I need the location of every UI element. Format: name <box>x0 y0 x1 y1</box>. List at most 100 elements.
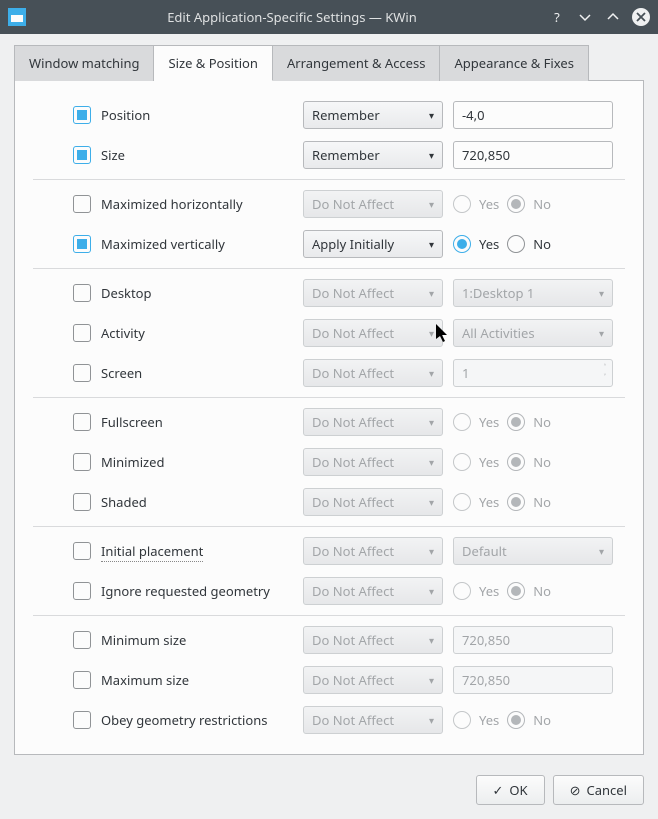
radio-fullscreen-yes <box>453 413 471 431</box>
rule-desktop: Do Not Affect▾ <box>303 279 443 307</box>
value-activity: All Activities▾ <box>453 319 613 347</box>
value-placement: Default▾ <box>453 537 613 565</box>
label-position: Position <box>101 106 150 124</box>
chevron-down-icon: ▾ <box>429 237 434 251</box>
rule-size[interactable]: Remember▾ <box>303 141 443 169</box>
app-icon <box>8 8 26 26</box>
checkbox-shaded[interactable] <box>73 493 91 511</box>
checkbox-position[interactable] <box>73 106 91 124</box>
radio-minimized-yes <box>453 453 471 471</box>
chevron-down-icon: ▾ <box>599 326 604 340</box>
label-obey-geometry: Obey geometry restrictions <box>101 711 267 729</box>
checkbox-activity[interactable] <box>73 324 91 342</box>
rule-fullscreen: Do Not Affect▾ <box>303 408 443 436</box>
rule-min-size: Do Not Affect▾ <box>303 626 443 654</box>
window-title: Edit Application-Specific Settings — KWi… <box>36 8 548 26</box>
tab-window-matching[interactable]: Window matching <box>14 45 154 81</box>
chevron-down-icon: ▾ <box>429 584 434 598</box>
value-position[interactable]: -4,0 <box>453 101 613 129</box>
label-ignore-geometry: Ignore requested geometry <box>101 582 270 600</box>
minimize-icon[interactable] <box>576 8 594 26</box>
checkbox-screen[interactable] <box>73 364 91 382</box>
button-bar: ✓ OK ⊘ Cancel <box>0 765 658 819</box>
radio-max-h-yes <box>453 195 471 213</box>
radio-max-v-yes[interactable] <box>453 235 471 253</box>
close-icon[interactable] <box>632 8 650 26</box>
value-size[interactable]: 720,850 <box>453 141 613 169</box>
chevron-down-icon: ▾ <box>429 366 434 380</box>
radio-shaded-no <box>507 493 525 511</box>
row-fullscreen: Fullscreen Do Not Affect▾ Yes No <box>73 402 625 442</box>
settings-panel: Position Remember▾ -4,0 Size Remember▾ 7… <box>14 80 644 755</box>
checkbox-obey-geometry[interactable] <box>73 711 91 729</box>
chevron-down-icon: ▾ <box>429 286 434 300</box>
value-min-size: 720,850 <box>453 626 613 654</box>
value-max-size: 720,850 <box>453 666 613 694</box>
row-min-size: Minimum size Do Not Affect▾ 720,850 <box>73 620 625 660</box>
checkbox-ignore-geometry[interactable] <box>73 582 91 600</box>
row-shaded: Shaded Do Not Affect▾ Yes No <box>73 482 625 522</box>
rule-max-size: Do Not Affect▾ <box>303 666 443 694</box>
radio-max-h-no <box>507 195 525 213</box>
row-size: Size Remember▾ 720,850 <box>73 135 625 175</box>
checkbox-max-size[interactable] <box>73 671 91 689</box>
checkbox-max-v[interactable] <box>73 235 91 253</box>
row-obey-geometry: Obey geometry restrictions Do Not Affect… <box>73 700 625 740</box>
radio-shaded-yes <box>453 493 471 511</box>
chevron-down-icon: ▾ <box>429 415 434 429</box>
value-desktop: 1:Desktop 1▾ <box>453 279 613 307</box>
ok-button[interactable]: ✓ OK <box>476 775 545 805</box>
radio-obey-geo-yes <box>453 711 471 729</box>
label-activity: Activity <box>101 324 145 342</box>
chevron-down-icon: ▾ <box>429 455 434 469</box>
spin-arrows-icon: ˄˅ <box>604 363 606 383</box>
checkbox-minimized[interactable] <box>73 453 91 471</box>
tab-bar: Window matching Size & Position Arrangem… <box>14 44 644 80</box>
tab-arrangement-access[interactable]: Arrangement & Access <box>273 45 441 81</box>
radio-max-v-no[interactable] <box>507 235 525 253</box>
label-screen: Screen <box>101 364 142 382</box>
rule-max-h: Do Not Affect▾ <box>303 190 443 218</box>
chevron-down-icon: ▾ <box>429 495 434 509</box>
row-max-v: Maximized vertically Apply Initially▾ Ye… <box>73 224 625 264</box>
rule-shaded: Do Not Affect▾ <box>303 488 443 516</box>
tab-size-position[interactable]: Size & Position <box>154 45 272 81</box>
rule-position[interactable]: Remember▾ <box>303 101 443 129</box>
rule-obey-geometry: Do Not Affect▾ <box>303 706 443 734</box>
chevron-down-icon: ▾ <box>599 286 604 300</box>
row-max-size: Maximum size Do Not Affect▾ 720,850 <box>73 660 625 700</box>
label-shaded: Shaded <box>101 493 147 511</box>
checkbox-desktop[interactable] <box>73 284 91 302</box>
value-screen: 1˄˅ <box>453 359 613 387</box>
help-icon[interactable]: ? <box>548 8 566 26</box>
label-placement: Initial placement <box>101 542 203 562</box>
cancel-button[interactable]: ⊘ Cancel <box>553 775 644 805</box>
checkbox-max-h[interactable] <box>73 195 91 213</box>
radio-obey-geo-no <box>507 711 525 729</box>
label-size: Size <box>101 146 125 164</box>
row-placement: Initial placement Do Not Affect▾ Default… <box>73 531 625 571</box>
tab-appearance-fixes[interactable]: Appearance & Fixes <box>440 45 588 81</box>
checkbox-size[interactable] <box>73 146 91 164</box>
rule-activity: Do Not Affect▾ <box>303 319 443 347</box>
radio-fullscreen-no <box>507 413 525 431</box>
radio-minimized-no <box>507 453 525 471</box>
checkbox-fullscreen[interactable] <box>73 413 91 431</box>
row-desktop: Desktop Do Not Affect▾ 1:Desktop 1▾ <box>73 273 625 313</box>
chevron-down-icon: ▾ <box>429 148 434 162</box>
label-max-v: Maximized vertically <box>101 235 225 253</box>
chevron-down-icon: ▾ <box>429 326 434 340</box>
row-position: Position Remember▾ -4,0 <box>73 95 625 135</box>
rule-ignore-geometry: Do Not Affect▾ <box>303 577 443 605</box>
rule-screen: Do Not Affect▾ <box>303 359 443 387</box>
row-activity: Activity Do Not Affect▾ All Activities▾ <box>73 313 625 353</box>
maximize-icon[interactable] <box>604 8 622 26</box>
cancel-icon: ⊘ <box>570 781 581 799</box>
chevron-down-icon: ▾ <box>429 673 434 687</box>
row-ignore-geometry: Ignore requested geometry Do Not Affect▾… <box>73 571 625 611</box>
chevron-down-icon: ▾ <box>429 197 434 211</box>
checkbox-placement[interactable] <box>73 542 91 560</box>
check-icon: ✓ <box>493 781 504 799</box>
rule-max-v[interactable]: Apply Initially▾ <box>303 230 443 258</box>
checkbox-min-size[interactable] <box>73 631 91 649</box>
